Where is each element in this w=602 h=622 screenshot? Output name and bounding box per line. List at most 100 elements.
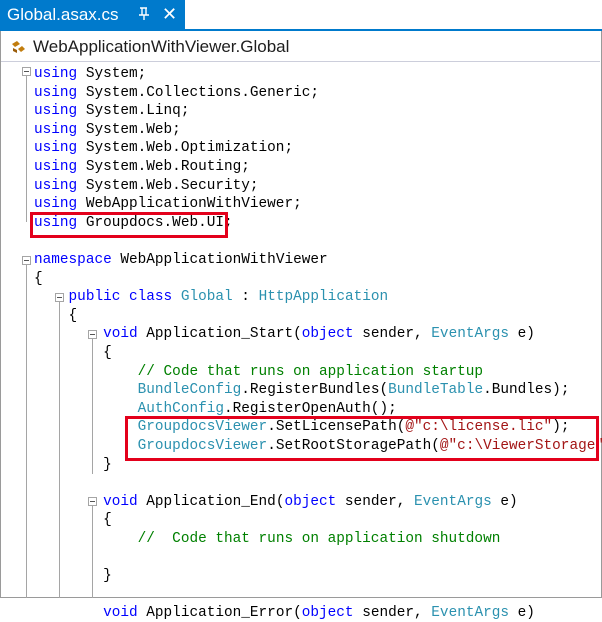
- code-line[interactable]: void Application_End(object sender, Even…: [34, 493, 518, 511]
- code-token: void: [103, 326, 138, 343]
- code-line[interactable]: }: [34, 567, 112, 585]
- code-token: e): [491, 493, 518, 510]
- code-token: sender,: [336, 493, 415, 510]
- code-token: using: [34, 66, 78, 82]
- code-token: sender,: [353, 605, 432, 622]
- code-token: System;: [77, 66, 147, 82]
- code-token: {: [34, 512, 112, 529]
- code-line[interactable]: public class Global : HttpApplication: [34, 288, 389, 306]
- code-token: System.Web.Routing;: [77, 159, 250, 175]
- code-token: public: [68, 289, 121, 306]
- code-token: HttpApplication: [258, 289, 389, 306]
- pin-icon[interactable]: [137, 6, 151, 22]
- tab-title: Global.asax.cs: [7, 4, 119, 24]
- code-line[interactable]: using System.Collections.Generic;: [34, 84, 319, 102]
- code-token: EventArgs: [431, 605, 510, 622]
- code-token: Application_Error(: [137, 605, 302, 622]
- code-line[interactable]: {: [34, 511, 112, 529]
- code-token: {: [34, 270, 43, 287]
- code-line[interactable]: {: [34, 270, 43, 288]
- code-token: Application_End(: [137, 493, 285, 510]
- code-token: BundleConfig: [137, 382, 242, 399]
- code-token: sender,: [353, 326, 432, 343]
- code-line[interactable]: using System.Web;: [34, 121, 181, 139]
- code-token: WebApplicationWithViewer;: [77, 196, 302, 213]
- tab-global-asax-cs[interactable]: Global.asax.cs ✕: [0, 0, 185, 29]
- code-line[interactable]: {: [34, 307, 78, 325]
- code-line[interactable]: {: [34, 344, 112, 362]
- code-token: class: [129, 289, 173, 306]
- code-token: EventArgs: [414, 493, 492, 510]
- code-token: .RegisterOpenAuth();: [224, 400, 397, 417]
- code-token: using: [34, 196, 78, 213]
- code-token: }: [34, 568, 112, 585]
- code-token: System.Web;: [77, 121, 181, 138]
- code-token: EventArgs: [431, 326, 510, 343]
- navigation-bar[interactable]: WebApplicationWithViewer.Global: [1, 33, 600, 62]
- class-selector: WebApplicationWithViewer.Global: [33, 37, 290, 56]
- code-token: // Code that runs on application startup: [137, 363, 484, 380]
- highlight-box-using: [30, 212, 228, 238]
- code-token: using: [34, 177, 78, 194]
- code-line[interactable]: void Application_Start(object sender, Ev…: [34, 325, 535, 343]
- code-token: {: [34, 345, 112, 361]
- code-token: .Bundles);: [483, 382, 570, 399]
- code-editor[interactable]: using System; using System.Collections.Ge…: [0, 62, 602, 621]
- code-token: Application_Start(: [137, 326, 302, 343]
- code-line[interactable]: void Application_Error(object sender, Ev…: [34, 604, 535, 622]
- code-line[interactable]: using System.Web.Routing;: [34, 158, 250, 176]
- code-token: System.Linq;: [77, 103, 190, 120]
- code-token: using: [34, 84, 78, 101]
- code-token: object: [301, 605, 354, 622]
- code-token: System.Collections.Generic;: [77, 84, 319, 101]
- code-line[interactable]: // Code that runs on application shutdow…: [34, 530, 501, 548]
- code-token: void: [103, 493, 138, 510]
- code-token: System.Web.Security;: [77, 177, 259, 194]
- code-line[interactable]: using System.Web.Optimization;: [34, 139, 293, 157]
- code-token: e): [509, 605, 535, 622]
- code-line[interactable]: // Code that runs on application startup: [34, 363, 483, 381]
- code-line[interactable]: BundleConfig.RegisterBundles(BundleTable…: [34, 381, 570, 399]
- code-token: {: [34, 307, 78, 324]
- code-token: e): [509, 326, 535, 343]
- highlight-box-viewer-setup: [125, 416, 599, 461]
- code-token: // Code that runs on application shutdow…: [137, 531, 501, 547]
- code-line[interactable]: using System.Linq;: [34, 102, 189, 120]
- code-token: .RegisterBundles(: [241, 382, 389, 399]
- code-token: System.Web.Optimization;: [77, 140, 294, 157]
- code-token: :: [232, 289, 259, 306]
- code-token: using: [34, 121, 78, 138]
- code-token: using: [34, 103, 78, 120]
- code-line[interactable]: }: [34, 456, 112, 474]
- code-line[interactable]: using WebApplicationWithViewer;: [34, 195, 302, 213]
- code-token: namespace: [34, 252, 112, 268]
- code-token: AuthConfig: [137, 400, 224, 417]
- code-token: using: [34, 140, 78, 157]
- code-line[interactable]: using System;: [34, 65, 146, 83]
- class-icon: [12, 41, 25, 53]
- code-token: }: [34, 456, 112, 473]
- code-line[interactable]: namespace WebApplicationWithViewer: [34, 251, 328, 269]
- code-token: BundleTable: [388, 382, 484, 399]
- close-icon[interactable]: ✕: [162, 4, 177, 24]
- code-token: WebApplicationWithViewer: [111, 252, 328, 268]
- code-token: Global: [180, 289, 233, 306]
- code-token: object: [284, 493, 337, 510]
- document-tab-strip: Global.asax.cs ✕: [0, 0, 602, 31]
- outline-gutter: [22, 67, 31, 598]
- code-line[interactable]: using System.Web.Security;: [34, 177, 259, 195]
- code-token: object: [301, 326, 354, 343]
- code-token: void: [103, 605, 138, 622]
